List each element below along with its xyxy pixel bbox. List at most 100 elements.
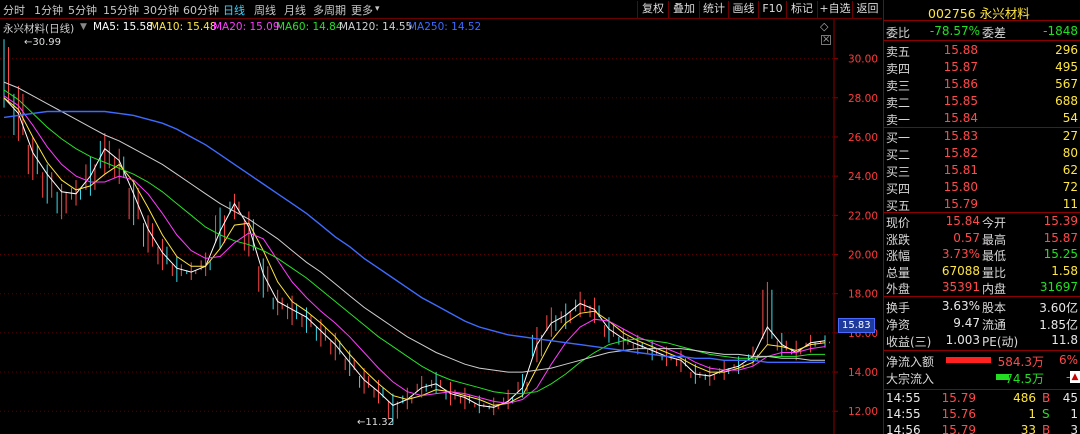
- y-tick-label: 14.00: [848, 367, 878, 379]
- ask-level-label: 卖二: [886, 96, 911, 110]
- high-price-label: ←30.99: [24, 37, 62, 48]
- stat2-label: 净资: [886, 318, 911, 332]
- y-tick-label: 30.00: [848, 54, 878, 66]
- y-tick-label: 12.00: [848, 406, 878, 418]
- tick-side: B: [1042, 423, 1051, 434]
- ask-price[interactable]: 15.84: [920, 111, 978, 125]
- bid-price[interactable]: 15.82: [920, 146, 978, 160]
- ask-price[interactable]: 15.85: [920, 94, 978, 108]
- kline-chart[interactable]: 30.00 28.00 26.00 24.00 22.00 20.00 18.00 16.00…: [0, 19, 882, 434]
- stat2-value: 1.003: [945, 333, 980, 347]
- bid-volume: 80: [1062, 146, 1078, 160]
- tick-price: 15.79: [941, 423, 976, 434]
- ma10-label: MA10: 15.48: [150, 21, 217, 33]
- stat-value: 15.84: [945, 214, 980, 228]
- ma5-label: MA5: 15.58: [93, 21, 153, 33]
- stat2-value: 3.60亿: [1039, 301, 1078, 315]
- ma120-label: MA120: 14.55: [339, 21, 413, 33]
- tick-time: 14:56: [886, 423, 921, 434]
- y-tick-label: 22.00: [848, 210, 878, 222]
- current-price-marker: 15.83: [838, 318, 875, 333]
- ma-line-ma10: [3, 97, 826, 406]
- statistics-button[interactable]: 统计: [699, 1, 728, 18]
- ma20-label: MA20: 15.09: [213, 21, 280, 33]
- stat-value: 35391: [941, 280, 980, 294]
- ma-line-ma250: [3, 110, 825, 363]
- stat2-label: 流通: [982, 318, 1007, 332]
- tab-15min[interactable]: 15分钟: [103, 2, 139, 18]
- ask-volume: 495: [1055, 60, 1078, 74]
- bid-price[interactable]: 15.81: [920, 163, 978, 177]
- weicha-label: 委差: [982, 26, 1007, 40]
- period-toolbar: 分时 1分钟 5分钟 15分钟 30分钟 60分钟 日线 周线 月线 多周期 更…: [0, 0, 882, 19]
- tab-weekly[interactable]: 周线: [254, 2, 276, 18]
- weibi-value: -78.57%: [929, 24, 980, 38]
- close-icon[interactable]: ×: [821, 35, 831, 45]
- bid-level-label: 买四: [886, 182, 911, 196]
- add-watchlist-button[interactable]: +自选: [817, 1, 852, 18]
- chart-title: 永兴材料(日线): [3, 23, 75, 35]
- stat-value: 15.39: [1043, 214, 1078, 228]
- ask-level-label: 卖四: [886, 62, 911, 76]
- bid-volume: 72: [1062, 180, 1078, 194]
- y-tick-label: 24.00: [848, 171, 878, 183]
- settings-triangle-icon[interactable]: ▼: [80, 22, 87, 32]
- draw-line-button[interactable]: 画线: [728, 1, 758, 18]
- stat2-label: 股本: [982, 301, 1007, 315]
- tab-30min[interactable]: 30分钟: [143, 2, 179, 18]
- chevron-down-icon[interactable]: ▾: [375, 4, 380, 14]
- stat2-value: 9.47: [953, 316, 980, 330]
- tab-multi-period[interactable]: 多周期: [313, 2, 346, 18]
- tab-60min[interactable]: 60分钟: [183, 2, 219, 18]
- fuquan-button[interactable]: 复权: [637, 1, 668, 18]
- weibi-label: 委比: [886, 26, 911, 40]
- ask-price[interactable]: 15.86: [920, 77, 978, 91]
- back-button[interactable]: 返回: [852, 1, 882, 18]
- tick-time: 14:55: [886, 407, 921, 421]
- tab-daily[interactable]: 日线: [223, 2, 245, 18]
- ask-price[interactable]: 15.88: [920, 43, 978, 57]
- bid-price[interactable]: 15.83: [920, 129, 978, 143]
- tick-volume: 1: [1028, 407, 1036, 421]
- tick-price: 15.76: [941, 407, 976, 421]
- stat-label: 今开: [982, 216, 1007, 230]
- bid-level-label: 买三: [886, 165, 911, 179]
- quote-panel: 002756 永兴材料 委比 -78.57% 委差 -1848 卖五 15.88…: [883, 0, 1080, 434]
- diamond-icon[interactable]: ◇: [820, 20, 828, 33]
- tick-volume: 486: [1013, 391, 1036, 405]
- ma60-label: MA60: 14.84: [276, 21, 343, 33]
- ask-price[interactable]: 15.87: [920, 60, 978, 74]
- bid-level-label: 买二: [886, 148, 911, 162]
- kline-svg: 30.0028.0026.0024.0022.0020.0018.0016.00…: [0, 19, 878, 434]
- bid-level-label: 买一: [886, 131, 911, 145]
- tick-count: 3: [1070, 423, 1078, 434]
- expand-icon[interactable]: ▲: [1070, 371, 1080, 383]
- bid-price[interactable]: 15.79: [920, 197, 978, 211]
- tick-volume: 33: [1020, 423, 1036, 434]
- flow-label: 大宗流入: [886, 372, 935, 386]
- stat-label: 最高: [982, 232, 1007, 247]
- stat2-label: PE(动): [982, 335, 1019, 349]
- stat-value: 3.73%: [941, 247, 980, 261]
- stat2-value: 11.8: [1051, 333, 1078, 347]
- stat-value: 15.25: [1043, 247, 1078, 261]
- bid-price[interactable]: 15.80: [920, 180, 978, 194]
- weicha-value: -1848: [1043, 24, 1078, 38]
- tab-monthly[interactable]: 月线: [284, 2, 306, 18]
- stat2-value: 1.85亿: [1039, 318, 1078, 332]
- overlay-button[interactable]: 叠加: [668, 1, 699, 18]
- stat-value: 1.58: [1051, 263, 1078, 278]
- tick-side: S: [1042, 407, 1050, 421]
- tab-more[interactable]: 更多: [351, 2, 373, 18]
- ask-volume: 688: [1055, 94, 1078, 108]
- mark-button[interactable]: 标记: [786, 1, 817, 18]
- tab-fenshi[interactable]: 分时: [3, 2, 25, 18]
- tab-1min[interactable]: 1分钟: [34, 2, 63, 18]
- ma250-label: MA250: 14.52: [408, 21, 482, 33]
- stat-value: 15.87: [1043, 230, 1078, 245]
- tick-count: 1: [1070, 407, 1078, 421]
- tick-time: 14:55: [886, 391, 921, 405]
- f10-button[interactable]: F10: [758, 1, 786, 18]
- tab-5min[interactable]: 5分钟: [68, 2, 97, 18]
- flow-bar: [946, 357, 991, 363]
